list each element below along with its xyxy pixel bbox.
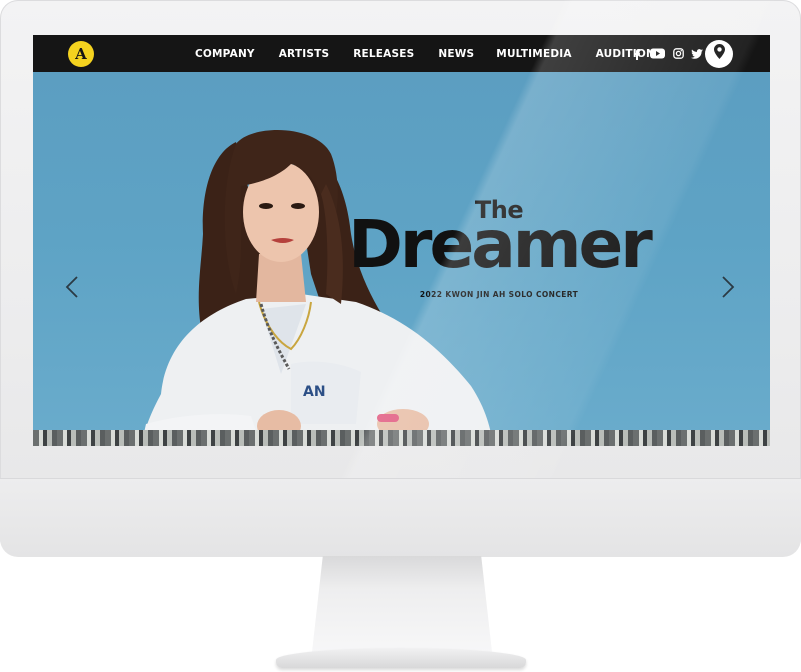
slider-next-button[interactable]: [719, 274, 737, 300]
monitor-stand-base: [276, 648, 526, 668]
nav-item-artists[interactable]: ARTISTS: [279, 48, 330, 60]
site-logo[interactable]: A: [68, 41, 94, 67]
hero-subtitle: 2022 KWON JIN AH SOLO CONCERT: [419, 290, 579, 299]
nav-item-company[interactable]: COMPANY: [195, 48, 255, 60]
monitor-chin: [0, 478, 801, 557]
hero-banner: AN The Dreamer 2022 KWON JIN AH SOLO CON…: [33, 72, 770, 446]
chevron-left-icon: [65, 276, 78, 298]
hero-title: Dreamer: [348, 206, 653, 283]
twitter-icon[interactable]: [691, 48, 703, 60]
logo-letter: A: [75, 44, 87, 63]
slider-prev-button[interactable]: [63, 274, 81, 300]
instagram-icon[interactable]: [672, 48, 684, 60]
website-screen: A COMPANY ARTISTS RELEASES NEWS MULTIMED…: [33, 35, 770, 446]
svg-text:AN: AN: [303, 384, 326, 400]
monitor-stand: [312, 556, 492, 652]
nav-item-news[interactable]: NEWS: [438, 48, 474, 60]
top-navbar: A COMPANY ARTISTS RELEASES NEWS MULTIMED…: [33, 35, 770, 72]
chevron-right-icon: [722, 276, 735, 298]
nav-item-releases[interactable]: RELEASES: [353, 48, 414, 60]
stone-ledge: [33, 430, 770, 446]
location-button[interactable]: [705, 40, 733, 68]
map-pin-icon: [713, 44, 725, 64]
youtube-icon[interactable]: [650, 48, 665, 60]
facebook-icon[interactable]: [631, 48, 643, 60]
social-links: [631, 35, 703, 72]
artist-photo: AN: [141, 130, 493, 446]
nav-item-multimedia[interactable]: MULTIMEDIA: [496, 48, 571, 60]
main-menu: COMPANY ARTISTS RELEASES NEWS MULTIMEDIA…: [195, 35, 655, 72]
